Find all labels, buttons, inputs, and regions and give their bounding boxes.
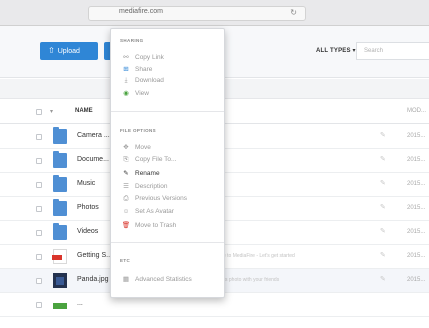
menu-item-description[interactable]: ☰ Description — [121, 182, 221, 192]
menu-item-label: Previous Versions — [135, 195, 188, 202]
menu-item-view[interactable]: ◉ View — [121, 89, 221, 99]
menu-item-label: Download — [135, 77, 164, 84]
file-date: 2015... — [407, 229, 426, 235]
type-filter-dropdown[interactable]: ALL TYPES ▾ — [316, 47, 356, 54]
edit-icon[interactable]: ✎ — [380, 251, 386, 259]
row-checkbox[interactable] — [36, 302, 42, 308]
file-date: 2015... — [407, 181, 426, 187]
edit-icon[interactable]: ✎ — [380, 227, 386, 235]
menu-item-label: Set As Avatar — [135, 208, 174, 215]
search-input[interactable]: Search — [356, 42, 429, 60]
menu-item-rename[interactable]: ✎ Rename — [121, 169, 221, 179]
menu-item-move[interactable]: ✥ Move — [121, 143, 221, 153]
file-icon — [53, 303, 67, 309]
reload-icon[interactable]: ↻ — [290, 8, 297, 17]
row-checkbox[interactable] — [36, 206, 42, 212]
menu-item-label: Rename — [135, 170, 160, 177]
versions-icon: ⎙ — [123, 195, 129, 202]
folder-icon — [53, 151, 67, 168]
file-name[interactable]: Getting S... — [77, 252, 112, 259]
avatar-icon: ☺ — [122, 208, 130, 215]
folder-icon — [53, 127, 67, 144]
menu-item-share[interactable]: ⊞ Share — [121, 65, 221, 75]
sharing-section-header: SHARING — [120, 38, 144, 43]
file-name[interactable]: Videos — [77, 228, 98, 235]
browser-toolbar: mediafire.com ↻ — [0, 0, 429, 26]
file-name[interactable]: Photos — [77, 204, 99, 211]
upload-button[interactable]: ⇧ Upload — [40, 42, 98, 60]
menu-item-set-as-avatar[interactable]: ☺ Set As Avatar — [121, 208, 221, 218]
chevron-down-icon[interactable]: ▾ — [50, 108, 53, 115]
menu-item-advanced-statistics[interactable]: ▦ Advanced Statistics — [121, 275, 221, 285]
menu-item-download[interactable]: ⤓ Download — [121, 77, 221, 87]
menu-divider — [111, 242, 224, 243]
upload-icon: ⇧ — [48, 46, 55, 55]
modified-column-header[interactable]: MOD... — [407, 108, 426, 114]
eye-icon: ◉ — [123, 90, 129, 97]
menu-item-copy-file-to[interactable]: ⎘ Copy File To... — [121, 156, 221, 166]
row-checkbox[interactable] — [36, 254, 42, 260]
folder-icon — [53, 175, 67, 192]
file-date: 2015... — [407, 277, 426, 283]
menu-item-label: View — [135, 90, 149, 97]
menu-item-label: Move to Trash — [135, 222, 177, 229]
description-icon: ☰ — [123, 183, 129, 190]
image-file-icon — [53, 273, 67, 288]
menu-item-label: Copy File To... — [135, 156, 177, 163]
edit-icon[interactable]: ✎ — [380, 203, 386, 211]
menu-item-label: Advanced Statistics — [135, 276, 192, 283]
edit-icon[interactable]: ✎ — [380, 275, 386, 283]
url-text: mediafire.com — [119, 8, 163, 15]
row-checkbox[interactable] — [36, 278, 42, 284]
folder-icon — [53, 199, 67, 216]
etc-section-header: ETC — [120, 258, 131, 263]
trash-icon: 🗑 — [121, 222, 131, 229]
file-name[interactable]: Music — [77, 180, 95, 187]
menu-divider — [111, 111, 224, 112]
row-checkbox[interactable] — [36, 182, 42, 188]
row-checkbox[interactable] — [36, 230, 42, 236]
menu-item-label: Move — [135, 144, 151, 151]
share-icon: ⊞ — [123, 66, 129, 73]
context-menu: SHARING ⚯ Copy Link ⊞ Share ⤓ Download ◉ Vie… — [110, 28, 225, 298]
browser-window: mediafire.com ↻ ⇧ Upload ALL TYPES ▾ Sear… — [0, 0, 429, 328]
name-column-header[interactable]: NAME — [75, 108, 93, 114]
file-name[interactable]: Panda.jpg — [77, 276, 109, 283]
upload-label: Upload — [57, 48, 80, 55]
folder-icon — [53, 223, 67, 240]
menu-item-move-to-trash[interactable]: 🗑 Move to Trash — [121, 221, 221, 231]
file-date: 2015... — [407, 205, 426, 211]
file-date: 2015... — [407, 133, 426, 139]
menu-item-label: Copy Link — [135, 54, 164, 61]
file-date: 2015... — [407, 157, 426, 163]
file-name[interactable]: Camera ... — [77, 132, 110, 139]
edit-icon[interactable]: ✎ — [380, 131, 386, 139]
pdf-file-icon — [52, 249, 67, 264]
row-checkbox[interactable] — [36, 134, 42, 140]
select-all-checkbox[interactable] — [36, 109, 42, 115]
edit-icon[interactable]: ✎ — [380, 155, 386, 163]
menu-item-label: Share — [135, 66, 153, 73]
link-icon: ⚯ — [123, 54, 129, 61]
edit-icon[interactable]: ✎ — [380, 179, 386, 187]
file-options-section-header: FILE OPTIONS — [120, 128, 157, 133]
address-bar[interactable]: mediafire.com ↻ — [88, 6, 306, 21]
file-name[interactable]: Docume... — [77, 156, 109, 163]
move-icon: ✥ — [123, 144, 129, 151]
pencil-icon: ✎ — [123, 170, 129, 177]
menu-item-previous-versions[interactable]: ⎙ Previous Versions — [121, 195, 221, 205]
menu-item-label: Description — [135, 183, 168, 190]
file-name[interactable]: ... — [77, 300, 83, 307]
file-date: 2015... — [407, 253, 426, 259]
copy-icon: ⎘ — [123, 156, 129, 163]
download-icon: ⤓ — [124, 77, 128, 84]
statistics-icon: ▦ — [122, 276, 130, 283]
menu-item-copy-link[interactable]: ⚯ Copy Link — [121, 53, 221, 63]
row-checkbox[interactable] — [36, 158, 42, 164]
